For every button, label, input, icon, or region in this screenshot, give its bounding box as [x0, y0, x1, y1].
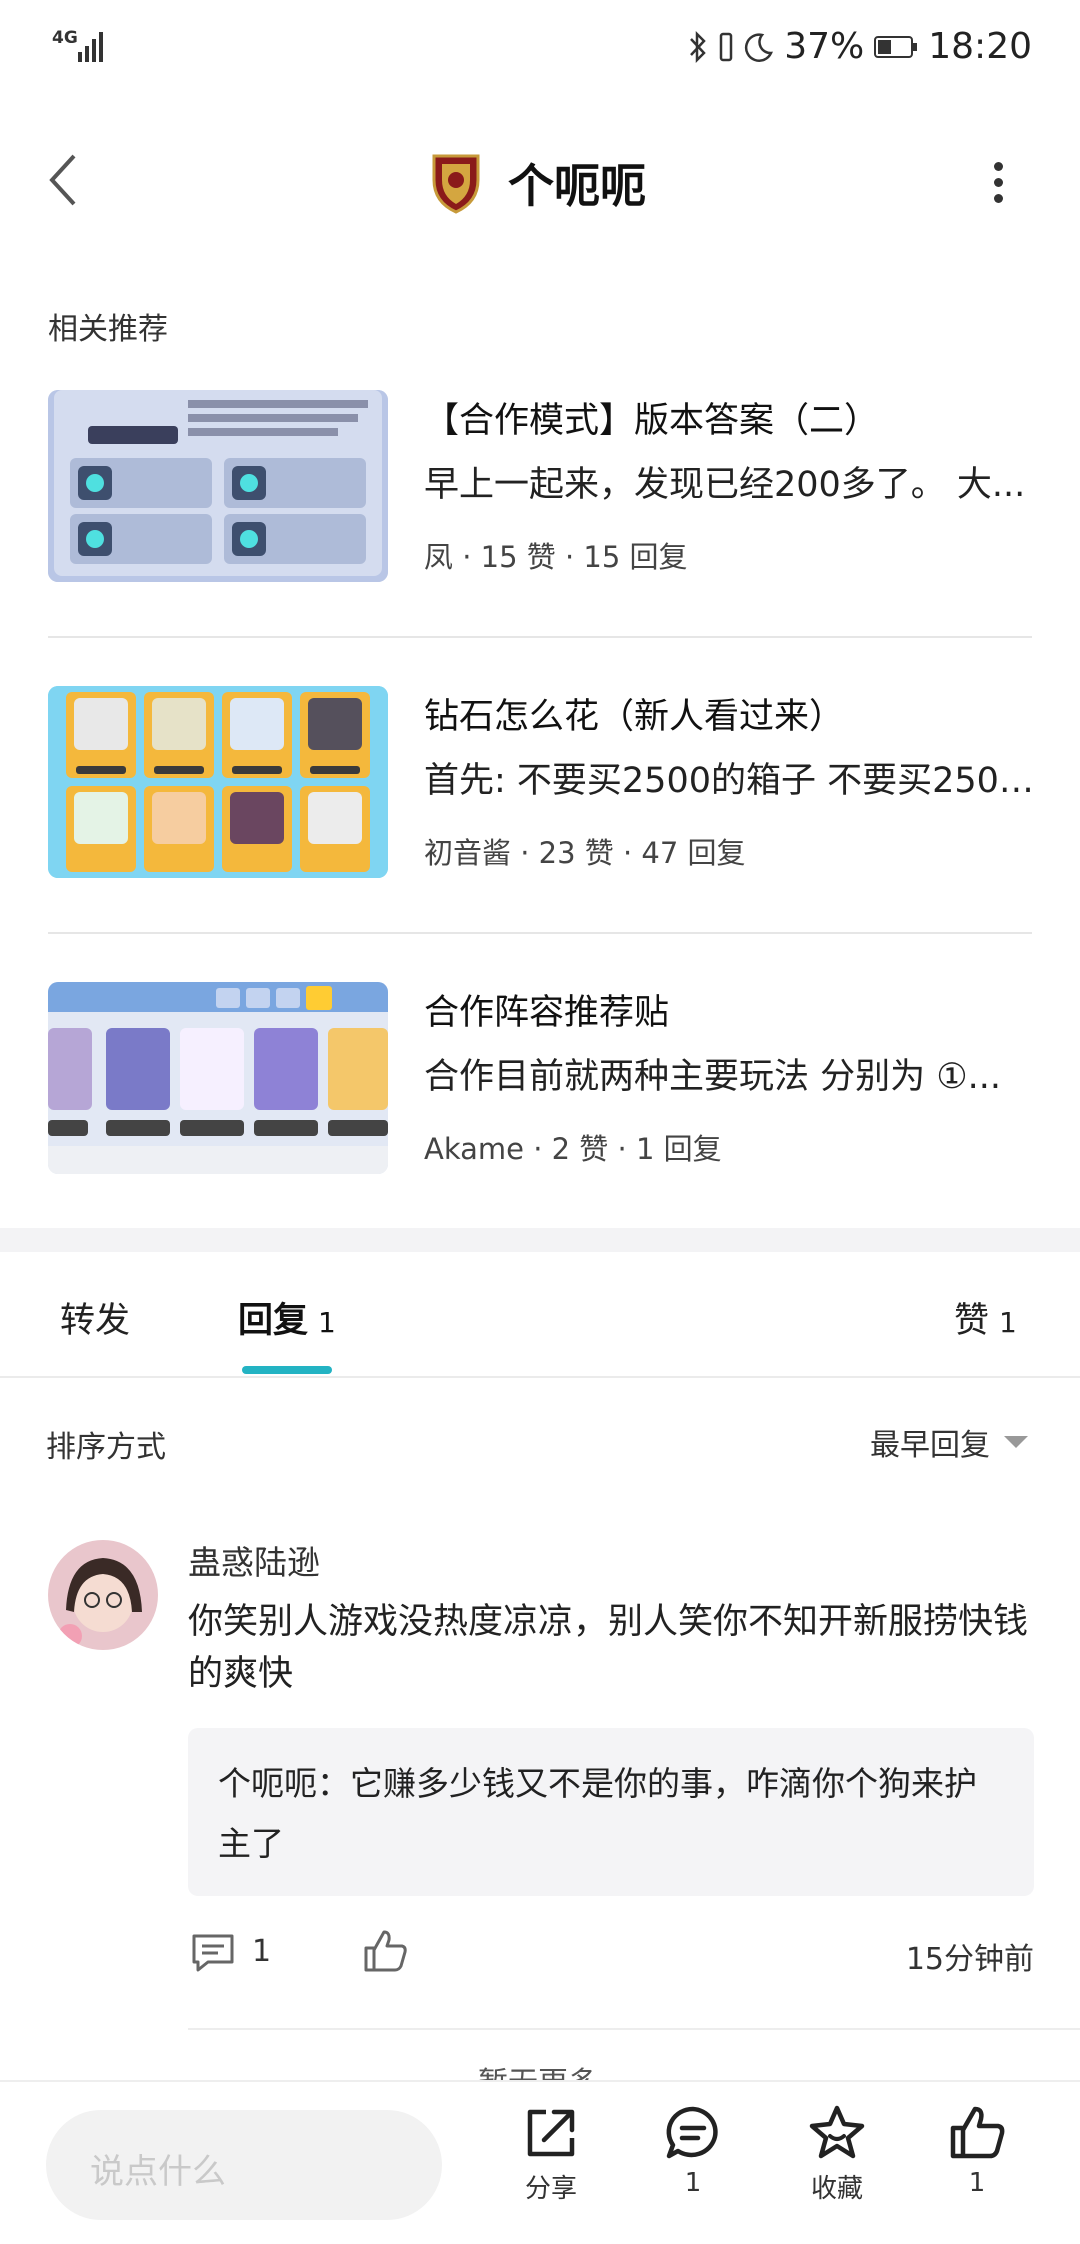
chat-bubble-icon [666, 2106, 718, 2159]
star-icon [809, 2105, 865, 2159]
comment-input-placeholder: 说点什么 [90, 2152, 226, 2192]
page-title: 个呃呃 [508, 159, 646, 213]
back-arrow-icon[interactable] [44, 150, 84, 210]
related-section-title: 相关推荐 [48, 312, 168, 347]
post-excerpt: 早上一起来，发现已经200多了。 大... [424, 465, 1026, 505]
divider [188, 2028, 1080, 2030]
comment-icon[interactable] [190, 1930, 236, 1976]
battery-icon [874, 35, 918, 58]
post-thumbnail [48, 982, 388, 1174]
recommend-item[interactable]: 【合作模式】版本答案（二） 早上一起来，发现已经200多了。 大... 凤 · … [48, 390, 1032, 582]
top-bar: 个呃呃 [0, 110, 1080, 250]
thumbs-up-icon [950, 2106, 1005, 2159]
sort-value: 最早回复 [870, 1428, 990, 1463]
avatar[interactable] [48, 1540, 158, 1650]
share-icon [527, 2109, 575, 2157]
tab-like-label: 赞 [954, 1301, 990, 1341]
favorite-label: 收藏 [810, 2174, 863, 2204]
status-bar: 4G 37% 18:20 [0, 0, 1080, 100]
comment-input[interactable]: 说点什么 [46, 2110, 442, 2220]
signal-icon [78, 32, 103, 62]
post-excerpt: 合作目前就两种主要玩法 分别为 ①... [424, 1057, 1002, 1097]
section-separator [0, 1228, 1080, 1252]
post-meta: 初音酱 · 23 赞 · 47 回复 [424, 836, 746, 870]
active-tab-indicator [242, 1366, 332, 1374]
comment-button[interactable]: 1 [638, 2104, 748, 2198]
more-options-icon[interactable] [990, 162, 1006, 203]
comment-count: 1 [684, 2168, 702, 2198]
divider [48, 932, 1032, 934]
network-type: 4G [52, 28, 78, 48]
like-button[interactable]: 1 [922, 2104, 1032, 2198]
quoted-reply[interactable]: 个呃呃：它赚多少钱又不是你的事，咋滴你个狗来护主了 [188, 1728, 1034, 1896]
comment-text: 你笑别人游戏没热度凉凉，别人笑你不知开新服捞快钱的爽快 [188, 1602, 1029, 1694]
bottom-action-bar: 说点什么 分享 1 收藏 1 [0, 2080, 1080, 2244]
comment-reply-count: 1 [252, 1934, 272, 1969]
recommend-item[interactable]: 合作阵容推荐贴 合作目前就两种主要玩法 分别为 ①... Akame · 2 赞… [48, 982, 1032, 1174]
post-thumbnail [48, 686, 388, 878]
user-emblem-icon[interactable] [428, 150, 484, 214]
sort-label: 排序方式 [46, 1430, 166, 1465]
status-right: 37% 18:20 [688, 26, 1032, 67]
share-button[interactable]: 分享 [496, 2104, 606, 2205]
share-label: 分享 [524, 2174, 577, 2204]
moon-icon [745, 32, 774, 62]
post-title: 合作阵容推荐贴 [424, 993, 670, 1033]
post-excerpt: 首先: 不要买2500的箱子 不要买2500... [424, 761, 1034, 801]
bluetooth-icon [690, 30, 706, 63]
sort-dropdown[interactable]: 最早回复 [870, 1420, 1028, 1464]
tab-like[interactable]: 赞1 [954, 1292, 1017, 1343]
comment-username[interactable]: 蛊惑陆逊 [188, 1536, 320, 1584]
tab-reply-count: 1 [318, 1306, 336, 1339]
tab-forward[interactable]: 转发 [60, 1292, 130, 1343]
battery-percent: 37% [784, 26, 865, 67]
tab-reply-label: 回复 [238, 1301, 309, 1341]
quoted-reply-text: 个呃呃：它赚多少钱又不是你的事，咋滴你个狗来护主了 [218, 1764, 977, 1863]
vibrate-icon [719, 32, 733, 61]
tab-like-count: 1 [999, 1306, 1017, 1339]
post-meta: 凤 · 15 赞 · 15 回复 [424, 540, 688, 574]
divider [48, 636, 1032, 638]
post-meta: Akame · 2 赞 · 1 回复 [424, 1132, 722, 1166]
comment-time: 15分钟前 [905, 1942, 1034, 1977]
chevron-down-icon [1004, 1436, 1028, 1448]
favorite-button[interactable]: 收藏 [782, 2104, 892, 2205]
post-title: 【合作模式】版本答案（二） [424, 401, 880, 441]
like-count: 1 [968, 2168, 986, 2198]
clock: 18:20 [928, 26, 1032, 67]
recommend-item[interactable]: 钻石怎么花（新人看过来） 首先: 不要买2500的箱子 不要买2500... 初… [48, 686, 1034, 878]
post-thumbnail [48, 390, 388, 582]
thumbs-up-icon[interactable] [362, 1928, 408, 1974]
post-title: 钻石怎么花（新人看过来） [424, 697, 845, 737]
divider [0, 1376, 1080, 1378]
tab-reply[interactable]: 回复 1 [238, 1292, 336, 1343]
